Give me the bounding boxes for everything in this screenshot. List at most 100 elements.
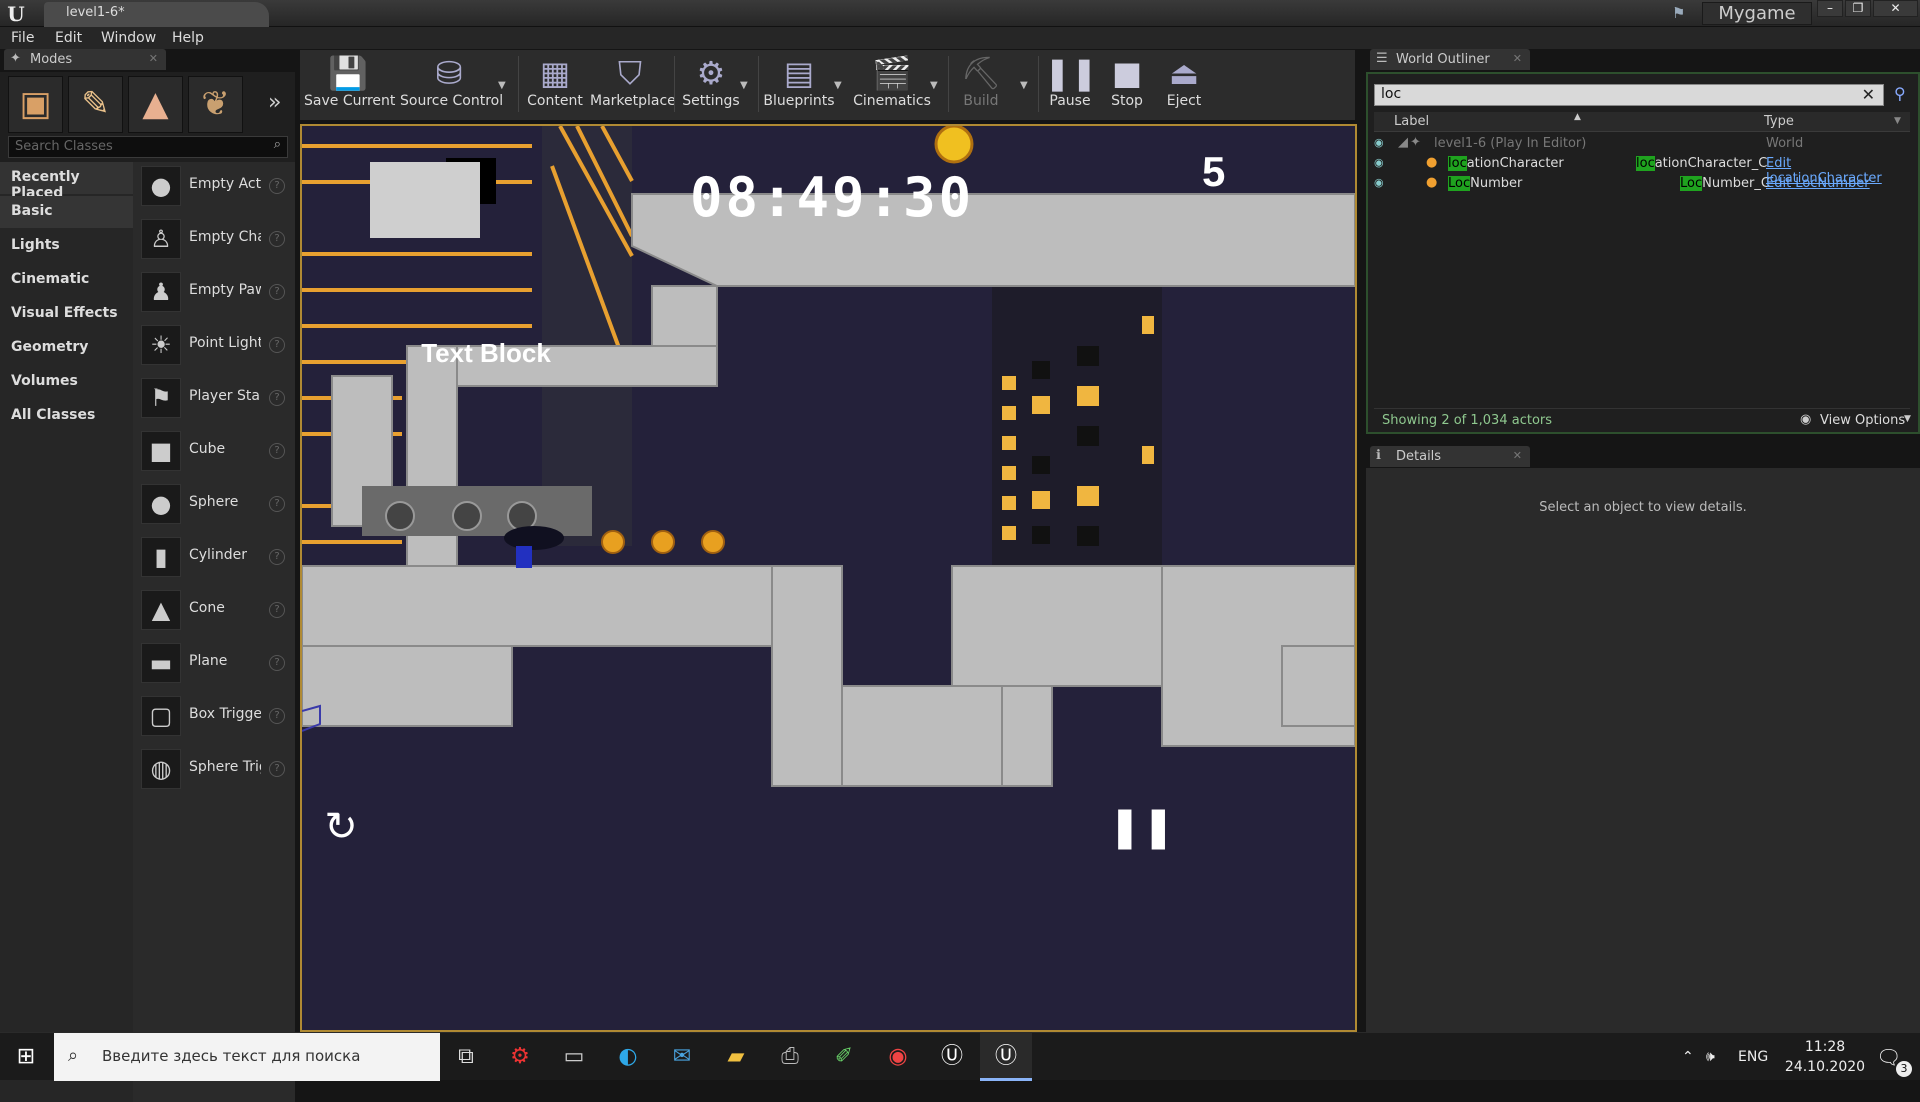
hud-pause-icon[interactable]: ❚❚: [1108, 806, 1175, 848]
menu-edit[interactable]: Edit: [55, 30, 82, 46]
list-item[interactable]: ▬ Plane?: [141, 639, 289, 687]
list-item[interactable]: ⚑Player Start?: [141, 374, 289, 422]
help-icon[interactable]: ?: [269, 602, 285, 618]
place-mode-icon[interactable]: ▣: [8, 76, 63, 133]
help-icon[interactable]: ?: [269, 549, 285, 565]
table-row[interactable]: ◉ ◢ ✦ level1-6 (Play In Editor) World: [1374, 134, 1910, 154]
help-icon[interactable]: ?: [269, 337, 285, 353]
chrome-browser-icon[interactable]: ◉: [872, 1033, 924, 1081]
category-volumes[interactable]: Volumes: [0, 366, 133, 398]
list-item[interactable]: ◍Sphere Trigger?: [141, 745, 289, 793]
table-row[interactable]: ◉ ● locationCharacter locationCharacter_…: [1374, 154, 1910, 186]
unreal-editor-icon[interactable]: Ⓤ: [980, 1033, 1032, 1081]
details-tab[interactable]: ℹ Details ✕: [1370, 446, 1530, 467]
blueprints-dropdown-icon[interactable]: ▼: [834, 80, 842, 91]
source-control-button[interactable]: ⛁ Source Control: [400, 53, 503, 117]
level-tab[interactable]: level1-6*: [44, 2, 269, 27]
more-modes-icon[interactable]: »: [268, 90, 281, 115]
details-tab-close-icon[interactable]: ✕: [1513, 449, 1522, 462]
view-options-dropdown-icon[interactable]: ▼: [1904, 414, 1911, 424]
modes-tab[interactable]: ✦ Modes ✕: [4, 49, 166, 70]
foliage-mode-icon[interactable]: ❦: [188, 76, 243, 133]
taskbar-search-input[interactable]: ⌕ Введите здесь текст для поиска: [54, 1033, 440, 1081]
clock-time[interactable]: 11:28: [1790, 1039, 1860, 1055]
help-icon[interactable]: ?: [269, 708, 285, 724]
cinematics-dropdown-icon[interactable]: ▼: [930, 80, 938, 91]
category-geometry[interactable]: Geometry: [0, 332, 133, 364]
category-cinematic[interactable]: Cinematic: [0, 264, 133, 296]
help-icon[interactable]: ?: [269, 655, 285, 671]
settings-button[interactable]: ⚙ Settings: [678, 53, 744, 117]
build-button[interactable]: ⛏ Build: [954, 53, 1008, 117]
language-indicator[interactable]: ENG: [1738, 1033, 1768, 1081]
clear-search-icon[interactable]: ✕: [1862, 85, 1875, 104]
visibility-eye-icon[interactable]: ◉: [1374, 156, 1384, 169]
terminal-icon[interactable]: ▭: [548, 1033, 600, 1081]
source-control-dropdown-icon[interactable]: ▼: [498, 80, 506, 91]
column-type[interactable]: Type: [1764, 114, 1794, 129]
list-item[interactable]: ▲ Cone?: [141, 586, 289, 634]
outliner-tab-close-icon[interactable]: ✕: [1513, 52, 1522, 65]
restart-icon[interactable]: ↻: [320, 806, 362, 848]
tray-chevron-up-icon[interactable]: ⌃: [1682, 1033, 1694, 1081]
list-item[interactable]: ▮ Cylinder?: [141, 533, 289, 581]
help-icon[interactable]: ?: [269, 761, 285, 777]
mail-icon[interactable]: ✉: [656, 1033, 708, 1081]
settings-dropdown-icon[interactable]: ▼: [740, 80, 748, 91]
menu-file[interactable]: File: [11, 30, 34, 46]
list-item[interactable]: ■ Cube?: [141, 427, 289, 475]
category-basic[interactable]: Basic: [0, 196, 133, 228]
visibility-eye-icon[interactable]: ◉: [1374, 136, 1384, 149]
list-item[interactable]: ▢ Box Trigger?: [141, 692, 289, 740]
visibility-eye-icon[interactable]: ◉: [1374, 176, 1384, 189]
table-row[interactable]: ◉ ● LocNumber LocNumber_C Edit LocNumber: [1374, 174, 1910, 194]
stop-button[interactable]: ■ Stop: [1102, 53, 1152, 117]
list-item[interactable]: ☀ Point Light?: [141, 321, 289, 369]
category-all-classes[interactable]: All Classes: [0, 400, 133, 432]
help-icon[interactable]: ?: [269, 496, 285, 512]
expand-arrow-icon[interactable]: ◢: [1398, 135, 1408, 150]
paint-mode-icon[interactable]: ✎: [68, 76, 123, 133]
modes-tab-close-icon[interactable]: ✕: [149, 52, 158, 65]
help-icon[interactable]: ?: [269, 284, 285, 300]
column-menu-icon[interactable]: ▼: [1894, 116, 1901, 126]
cinematics-button[interactable]: 🎬 Cinematics: [852, 53, 932, 117]
edit-blueprint-link[interactable]: Edit LocNumber: [1766, 176, 1870, 191]
help-icon[interactable]: ?: [269, 390, 285, 406]
save-current-button[interactable]: 💾 Save Current: [304, 53, 395, 117]
help-icon[interactable]: ?: [269, 178, 285, 194]
windows-start-icon[interactable]: ⊞: [0, 1033, 52, 1081]
minimize-button[interactable]: –: [1817, 0, 1843, 17]
file-explorer-icon[interactable]: ▰: [710, 1033, 762, 1081]
category-lights[interactable]: Lights: [0, 230, 133, 262]
maximize-button[interactable]: ❐: [1845, 0, 1871, 17]
app-icon[interactable]: ⚙: [494, 1033, 546, 1081]
clock-date[interactable]: 24.10.2020: [1782, 1059, 1868, 1075]
list-item[interactable]: ●Empty Actor?: [141, 162, 289, 210]
menu-window[interactable]: Window: [101, 30, 156, 46]
help-icon[interactable]: ?: [269, 231, 285, 247]
outliner-search-input[interactable]: loc ✕: [1374, 84, 1884, 106]
volume-icon[interactable]: 🕪: [1706, 1033, 1715, 1081]
game-viewport[interactable]: 08:49:30 5 Text Block ↻ ❚❚: [300, 124, 1357, 1032]
edge-browser-icon[interactable]: ◐: [602, 1033, 654, 1081]
menu-help[interactable]: Help: [172, 30, 204, 46]
category-recently-placed[interactable]: Recently Placed: [0, 162, 133, 201]
list-item[interactable]: ♙Empty Character?: [141, 215, 289, 263]
help-icon[interactable]: ?: [269, 443, 285, 459]
pin-icon[interactable]: ⚲: [1894, 84, 1906, 103]
task-view-icon[interactable]: ⧉: [440, 1033, 492, 1081]
content-button[interactable]: ▦ Content: [522, 53, 588, 117]
list-item[interactable]: ♟Empty Pawn?: [141, 268, 289, 316]
unreal-launcher-icon[interactable]: Ⓤ: [926, 1033, 978, 1081]
printer-icon[interactable]: ⎙: [764, 1033, 816, 1081]
marketplace-button[interactable]: ⛉ Marketplace: [590, 53, 676, 117]
project-name[interactable]: Mygame: [1702, 2, 1812, 25]
blueprints-button[interactable]: ▤ Blueprints: [762, 53, 836, 117]
category-visual-effects[interactable]: Visual Effects: [0, 298, 133, 330]
search-classes-input[interactable]: Search Classes ⌕: [8, 136, 288, 158]
build-dropdown-icon[interactable]: ▼: [1020, 80, 1028, 91]
world-outliner-tab[interactable]: ☰ World Outliner ✕: [1370, 49, 1530, 70]
image-editor-icon[interactable]: ✐: [818, 1033, 870, 1081]
landscape-mode-icon[interactable]: ▲: [128, 76, 183, 133]
